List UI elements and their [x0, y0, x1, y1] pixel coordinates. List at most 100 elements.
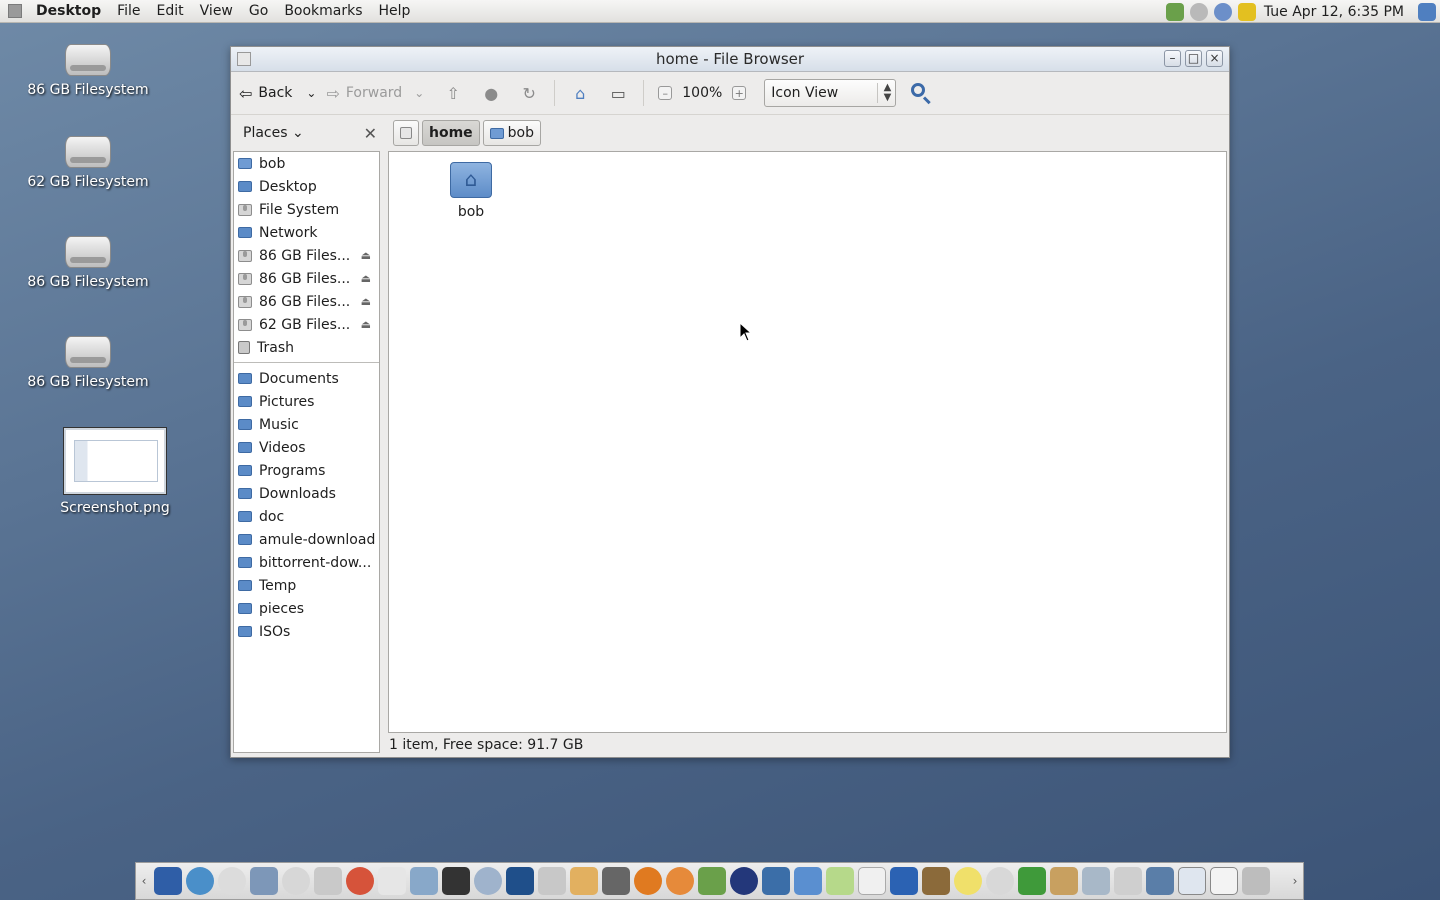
gimp-launcher-icon[interactable] — [602, 867, 630, 895]
text-editor-launcher-icon[interactable] — [378, 867, 406, 895]
path-root-button[interactable] — [393, 120, 419, 146]
chart-launcher-icon[interactable] — [346, 867, 374, 895]
file-view[interactable]: bob — [388, 151, 1227, 733]
remote-desktop-launcher-icon[interactable] — [1146, 867, 1174, 895]
clock[interactable]: Tue Apr 12, 6:35 PM — [1264, 4, 1404, 20]
close-sidebar-icon[interactable]: ✕ — [364, 124, 377, 143]
sidebar-bookmark-pictures[interactable]: Pictures — [234, 390, 379, 413]
menu-edit[interactable]: Edit — [149, 3, 192, 19]
sidebar-bookmark-programs[interactable]: Programs — [234, 459, 379, 482]
inkscape-launcher-icon[interactable] — [442, 867, 470, 895]
user-switch-icon[interactable] — [1418, 2, 1436, 21]
network-tools-launcher-icon[interactable] — [250, 867, 278, 895]
balloons-launcher-icon[interactable] — [794, 867, 822, 895]
photo-viewer-launcher-icon[interactable] — [506, 867, 534, 895]
forward-history-dropdown-icon[interactable]: ⌄ — [414, 86, 424, 100]
reload-icon[interactable]: ↻ — [518, 82, 540, 104]
menu-desktop[interactable]: Desktop — [30, 3, 109, 19]
menu-help[interactable]: Help — [371, 3, 419, 19]
up-arrow-icon[interactable]: ⇧ — [442, 82, 464, 104]
stop-icon[interactable]: ● — [480, 82, 502, 104]
zoom-in-button[interactable]: + — [732, 86, 747, 100]
disk-launcher-icon[interactable] — [282, 867, 310, 895]
tools-launcher-icon[interactable] — [1050, 867, 1078, 895]
math-launcher-icon[interactable] — [410, 867, 438, 895]
desktop-drive-1[interactable]: 86 GB Filesystem — [23, 44, 153, 98]
sidebar-item-drive-1[interactable]: 86 GB Files... ⏏ — [234, 244, 379, 267]
notes-icon[interactable] — [1237, 2, 1256, 21]
sidebar-item-drive-4[interactable]: 62 GB Files... ⏏ — [234, 313, 379, 336]
exit-launcher-icon[interactable] — [1018, 867, 1046, 895]
sidebar-item-desktop[interactable]: Desktop — [234, 175, 379, 198]
computer-icon[interactable]: ▭ — [607, 82, 629, 104]
network-launcher-icon[interactable] — [1082, 867, 1110, 895]
workspace-switcher-icon[interactable] — [1178, 867, 1206, 895]
notes-launcher-icon[interactable] — [858, 867, 886, 895]
settings-gear-icon[interactable] — [1189, 2, 1208, 21]
places-dropdown[interactable]: Places ⌄ — [243, 125, 304, 141]
sidebar-item-bob[interactable]: bob — [234, 152, 379, 175]
sidebar-item-file-system[interactable]: File System — [234, 198, 379, 221]
compass-launcher-icon[interactable] — [474, 867, 502, 895]
show-desktop-icon[interactable] — [1210, 867, 1238, 895]
eject-icon[interactable]: ⏏ — [361, 272, 371, 285]
clock-launcher-icon[interactable] — [218, 867, 246, 895]
fish-launcher-icon[interactable] — [762, 867, 790, 895]
file-item-bob[interactable]: bob — [433, 162, 509, 220]
menu-bookmarks[interactable]: Bookmarks — [276, 3, 370, 19]
menu-file[interactable]: File — [109, 3, 148, 19]
sidebar-bookmark-documents[interactable]: Documents — [234, 367, 379, 390]
fedora-launcher-icon[interactable] — [154, 867, 182, 895]
menu-go[interactable]: Go — [241, 3, 276, 19]
magnifier-launcher-icon[interactable] — [538, 867, 566, 895]
eject-icon[interactable]: ⏏ — [361, 295, 371, 308]
sidebar-bookmark-downloads[interactable]: Downloads — [234, 482, 379, 505]
path-bob-button[interactable]: bob — [482, 120, 542, 146]
menu-view[interactable]: View — [192, 3, 241, 19]
back-history-dropdown-icon[interactable]: ⌄ — [306, 86, 316, 100]
back-button[interactable]: ⇦ Back ⌄ — [239, 84, 316, 103]
sparkle-launcher-icon[interactable] — [826, 867, 854, 895]
desktop-screenshot-file[interactable]: Screenshot.png — [50, 428, 180, 516]
forward-button[interactable]: ⇨ Forward ⌄ — [326, 84, 424, 103]
sidebar-bookmark-isos[interactable]: ISOs — [234, 620, 379, 643]
dock-scroll-left-icon[interactable]: ‹ — [136, 864, 152, 898]
sidebar-item-network[interactable]: Network — [234, 221, 379, 244]
eject-icon[interactable]: ⏏ — [361, 318, 371, 331]
desktop-drive-2[interactable]: 62 GB Filesystem — [23, 136, 153, 190]
network-manager-icon[interactable] — [1165, 2, 1184, 21]
search-icon[interactable] — [910, 82, 932, 104]
path-home-button[interactable]: home — [422, 120, 480, 146]
desktop-drive-3[interactable]: 86 GB Filesystem — [23, 236, 153, 290]
sidebar-bookmark-bittorrent[interactable]: bittorrent-dow... — [234, 551, 379, 574]
volume-launcher-icon[interactable] — [1114, 867, 1142, 895]
globe-launcher-icon[interactable] — [186, 867, 214, 895]
sidebar-item-drive-2[interactable]: 86 GB Files... ⏏ — [234, 267, 379, 290]
sidebar-bookmark-music[interactable]: Music — [234, 413, 379, 436]
update-globe-icon[interactable] — [1213, 2, 1232, 21]
sidebar-item-trash[interactable]: Trash — [234, 336, 379, 359]
zoom-out-button[interactable]: – — [658, 86, 673, 100]
maximize-button[interactable]: □ — [1185, 50, 1202, 67]
close-button[interactable]: × — [1206, 50, 1223, 67]
view-mode-select[interactable]: Icon View ▲ ▼ — [764, 79, 897, 107]
chat-launcher-icon[interactable] — [890, 867, 918, 895]
bubble-launcher-icon[interactable] — [986, 867, 1014, 895]
sidebar-bookmark-doc[interactable]: doc — [234, 505, 379, 528]
panel-menu-icon[interactable] — [8, 4, 22, 18]
sidebar-bookmark-temp[interactable]: Temp — [234, 574, 379, 597]
image-launcher-icon[interactable] — [570, 867, 598, 895]
window-titlebar[interactable]: home - File Browser – □ × — [231, 47, 1229, 72]
star-launcher-icon[interactable] — [954, 867, 982, 895]
sidebar-bookmark-videos[interactable]: Videos — [234, 436, 379, 459]
dock-scroll-right-icon[interactable]: › — [1287, 864, 1303, 898]
shell-launcher-icon[interactable] — [666, 867, 694, 895]
eject-icon[interactable]: ⏏ — [361, 249, 371, 262]
home-icon[interactable]: ⌂ — [569, 82, 591, 104]
spreadsheet-launcher-icon[interactable] — [314, 867, 342, 895]
finance-launcher-icon[interactable] — [698, 867, 726, 895]
minimize-button[interactable]: – — [1164, 50, 1181, 67]
sidebar-bookmark-amule-download[interactable]: amule-download — [234, 528, 379, 551]
trash-launcher-icon[interactable] — [1242, 867, 1270, 895]
sidebar-item-drive-3[interactable]: 86 GB Files... ⏏ — [234, 290, 379, 313]
